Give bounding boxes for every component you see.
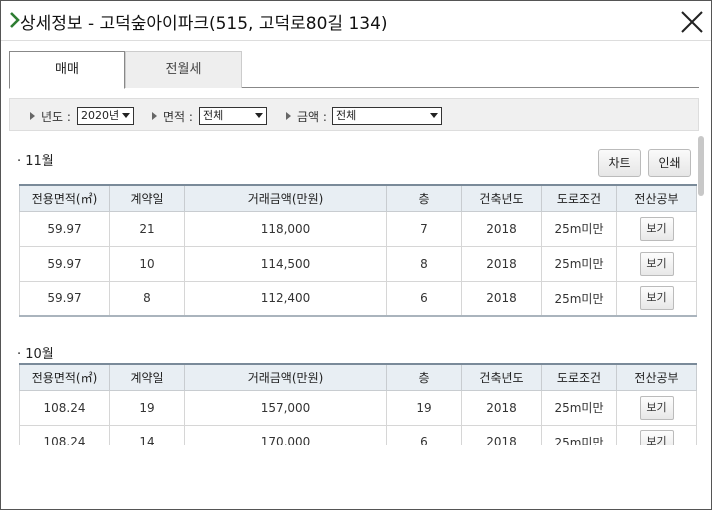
- col-price: 거래금액(만원): [184, 363, 387, 391]
- tab-rent[interactable]: 전월세: [125, 51, 242, 88]
- cell-registry: 보기: [616, 245, 697, 282]
- view-button[interactable]: 보기: [639, 430, 674, 445]
- view-button[interactable]: 보기: [639, 251, 674, 276]
- cell-price: 170,000: [184, 424, 387, 445]
- month-heading-nov: · 11월: [17, 154, 54, 169]
- view-button[interactable]: 보기: [639, 395, 674, 420]
- col-build-year: 건축년도: [461, 184, 542, 212]
- cell-floor: 7: [386, 210, 462, 247]
- view-button[interactable]: 보기: [639, 286, 674, 311]
- col-road: 도로조건: [541, 184, 617, 212]
- chevron-down-icon: [255, 113, 263, 118]
- cell-day: 19: [109, 389, 185, 426]
- price-filter-label: 금액 :: [286, 108, 327, 125]
- table-oct: 전용면적(㎡) 계약일 거래금액(만원) 층 건축년도 도로조건 전산공부 10…: [19, 363, 697, 445]
- table-row: 108.24 14 170,000 6 2018 25m미만 보기: [19, 424, 697, 445]
- cell-area: 59.97: [19, 210, 110, 247]
- chart-button[interactable]: 차트: [598, 149, 641, 177]
- col-area: 전용면적(㎡): [19, 184, 110, 212]
- table-row: 59.97 21 118,000 7 2018 25m미만 보기: [19, 210, 697, 247]
- table-nov: 전용면적(㎡) 계약일 거래금액(만원) 층 건축년도 도로조건 전산공부 59…: [19, 184, 697, 317]
- triangle-right-icon: [30, 112, 35, 120]
- cell-year: 2018: [461, 245, 542, 282]
- col-area: 전용면적(㎡): [19, 363, 110, 391]
- cell-year: 2018: [461, 280, 542, 317]
- table-row: 108.24 19 157,000 19 2018 25m미만 보기: [19, 389, 697, 426]
- cell-price: 118,000: [184, 210, 387, 247]
- cell-registry: 보기: [616, 280, 697, 317]
- tab-bar: 매매 전월세: [9, 51, 699, 89]
- col-floor: 층: [386, 184, 462, 212]
- table-header-row: 전용면적(㎡) 계약일 거래금액(만원) 층 건축년도 도로조건 전산공부: [19, 363, 697, 391]
- cell-floor: 6: [386, 280, 462, 317]
- cell-price: 157,000: [184, 389, 387, 426]
- triangle-right-icon: [286, 112, 291, 120]
- cell-road: 25m미만: [541, 245, 617, 282]
- col-road: 도로조건: [541, 363, 617, 391]
- scrollbar-thumb[interactable]: [698, 136, 704, 196]
- col-build-year: 건축년도: [461, 363, 542, 391]
- cell-day: 10: [109, 245, 185, 282]
- cell-road: 25m미만: [541, 280, 617, 317]
- col-floor: 층: [386, 363, 462, 391]
- year-filter-label: 년도 :: [30, 108, 71, 125]
- area-select[interactable]: 전체: [199, 107, 267, 125]
- table-row: 59.97 10 114,500 8 2018 25m미만 보기: [19, 245, 697, 282]
- cell-road: 25m미만: [541, 424, 617, 445]
- price-select[interactable]: 전체: [332, 107, 442, 125]
- cell-price: 114,500: [184, 245, 387, 282]
- cell-floor: 8: [386, 245, 462, 282]
- cell-registry: 보기: [616, 424, 697, 445]
- print-button[interactable]: 인쇄: [648, 149, 691, 177]
- cell-day: 21: [109, 210, 185, 247]
- close-icon[interactable]: [679, 9, 705, 35]
- cell-price: 112,400: [184, 280, 387, 317]
- col-contract-day: 계약일: [109, 363, 185, 391]
- month-heading-oct: · 10월: [17, 347, 54, 362]
- detail-window: 상세정보 - 고덕숲아이파크(515, 고덕로80길 134) 매매 전월세 년…: [0, 0, 712, 510]
- cell-area: 59.97: [19, 245, 110, 282]
- cell-registry: 보기: [616, 389, 697, 426]
- filter-bar: 년도 : 2020년 면적 : 전체 금액 : 전체: [9, 98, 699, 131]
- year-select[interactable]: 2020년: [77, 107, 134, 125]
- col-registry: 전산공부: [616, 363, 697, 391]
- cell-area: 59.97: [19, 280, 110, 317]
- cell-area: 108.24: [19, 424, 110, 445]
- cell-floor: 19: [386, 389, 462, 426]
- window-title: 상세정보 - 고덕숲아이파크(515, 고덕로80길 134): [20, 14, 388, 34]
- cell-area: 108.24: [19, 389, 110, 426]
- tab-sale[interactable]: 매매: [9, 51, 125, 89]
- cell-road: 25m미만: [541, 389, 617, 426]
- triangle-right-icon: [152, 112, 157, 120]
- chevron-down-icon: [430, 113, 438, 118]
- cell-year: 2018: [461, 389, 542, 426]
- table-row: 59.97 8 112,400 6 2018 25m미만 보기: [19, 280, 697, 317]
- cell-day: 14: [109, 424, 185, 445]
- table-header-row: 전용면적(㎡) 계약일 거래금액(만원) 층 건축년도 도로조건 전산공부: [19, 184, 697, 212]
- area-filter-label: 면적 :: [152, 108, 193, 125]
- cell-year: 2018: [461, 210, 542, 247]
- results-area: · 11월 차트 인쇄 전용면적(㎡) 계약일 거래금액(만원) 층 건축년도 …: [1, 141, 705, 445]
- chevron-down-icon: [122, 113, 130, 118]
- cell-day: 8: [109, 280, 185, 317]
- cell-year: 2018: [461, 424, 542, 445]
- title-bar: 상세정보 - 고덕숲아이파크(515, 고덕로80길 134): [1, 1, 711, 41]
- cell-floor: 6: [386, 424, 462, 445]
- col-contract-day: 계약일: [109, 184, 185, 212]
- col-registry: 전산공부: [616, 184, 697, 212]
- cell-road: 25m미만: [541, 210, 617, 247]
- cell-registry: 보기: [616, 210, 697, 247]
- view-button[interactable]: 보기: [639, 216, 674, 241]
- col-price: 거래금액(만원): [184, 184, 387, 212]
